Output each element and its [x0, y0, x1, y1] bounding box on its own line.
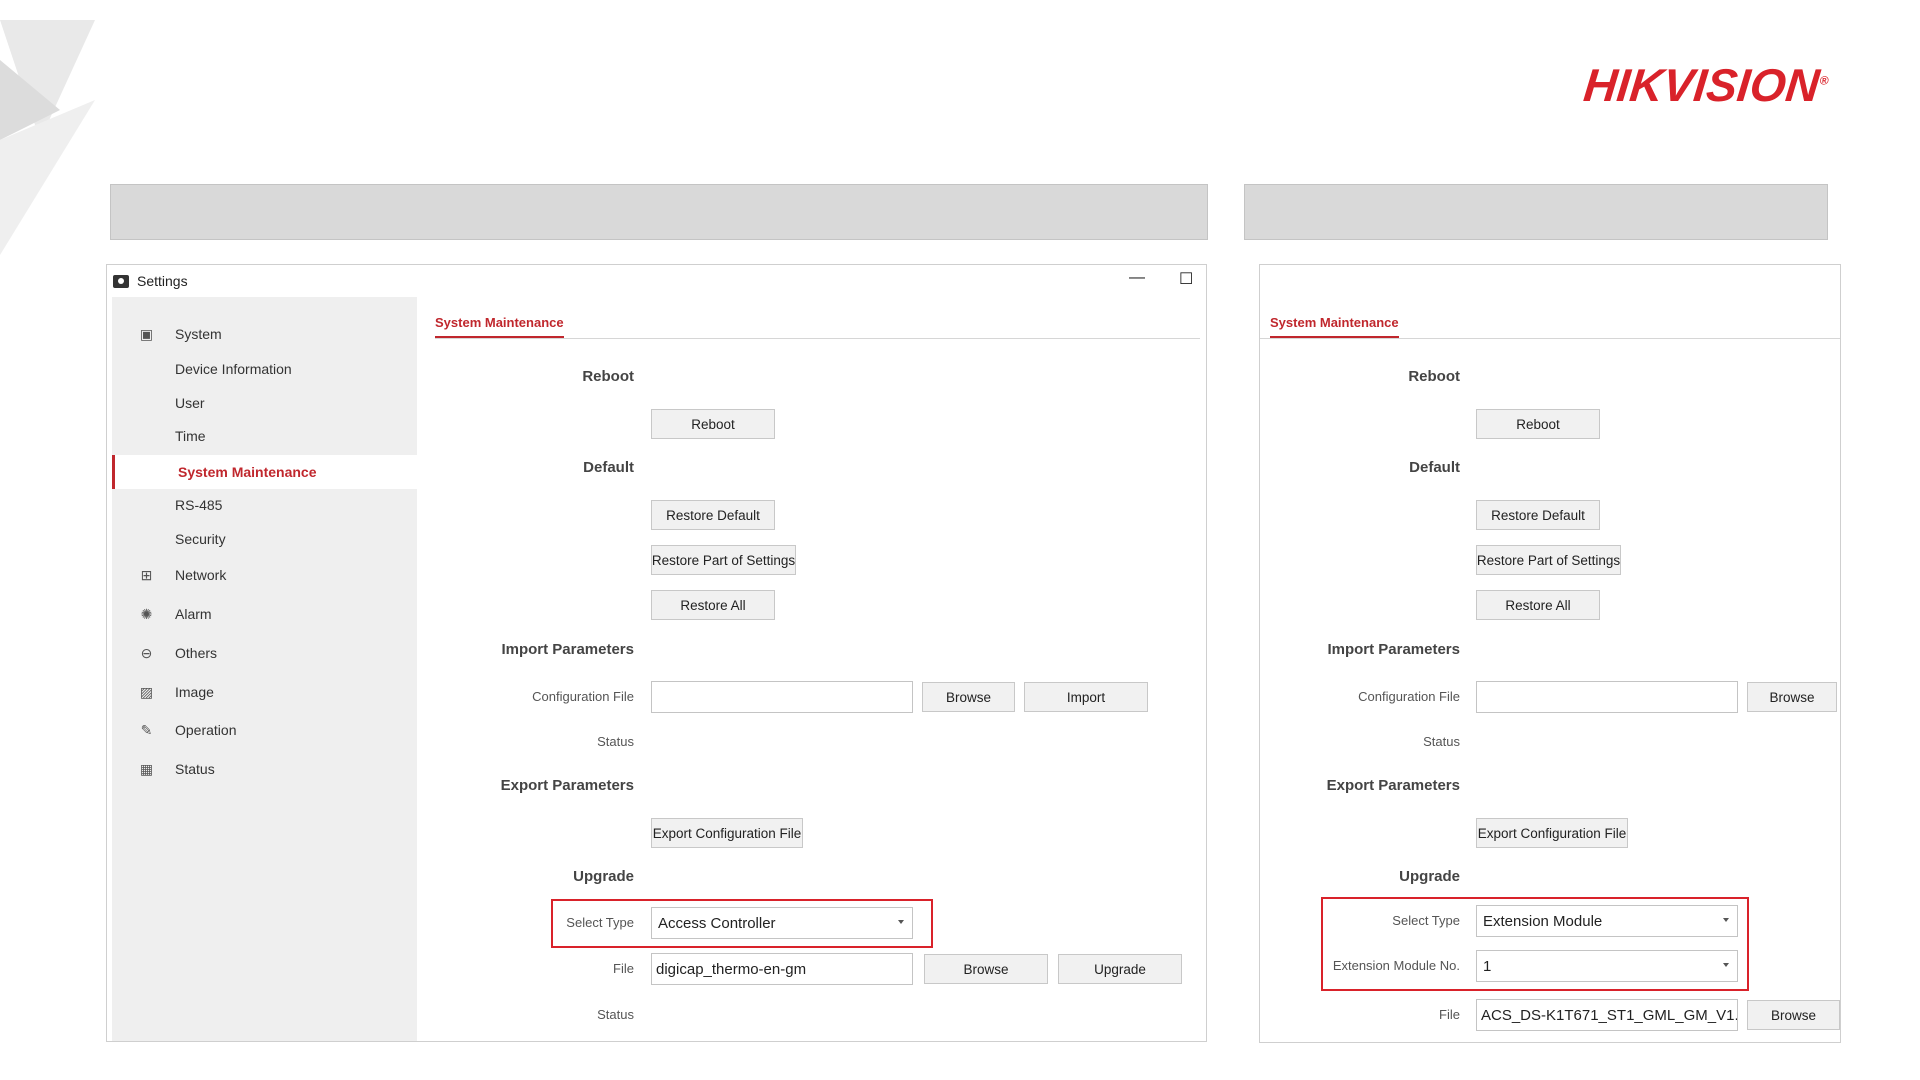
sidebar-item-label: Security	[175, 531, 226, 547]
left-caption-bar	[110, 184, 1208, 240]
camera-icon	[113, 274, 129, 288]
file-label: File	[1439, 1007, 1460, 1022]
tab-divider	[1260, 338, 1840, 339]
sidebar-item-label: Network	[175, 567, 227, 583]
restore-default-button[interactable]: Restore Default	[651, 500, 775, 530]
settings-sidebar: ▣ System Device Information User Time Sy…	[112, 297, 417, 1041]
sidebar-item-label: System	[175, 326, 222, 342]
reboot-heading: Reboot	[1408, 368, 1460, 385]
upgrade-heading: Upgrade	[1399, 868, 1460, 885]
restore-default-button[interactable]: Restore Default	[1476, 500, 1600, 530]
window-title: Settings	[137, 273, 188, 289]
network-icon: ⊞	[140, 566, 153, 583]
import-parameters-heading: Import Parameters	[1327, 641, 1460, 658]
chevron-down-icon	[1723, 918, 1729, 922]
chevron-down-icon	[1723, 963, 1729, 967]
right-caption-bar	[1244, 184, 1828, 240]
decorative-corner-shape	[0, 20, 95, 255]
sidebar-item-security[interactable]: Security	[112, 524, 417, 554]
upgrade-status-label: Status	[597, 1007, 634, 1022]
default-heading: Default	[583, 459, 634, 476]
sidebar-item-label: RS-485	[175, 497, 223, 513]
import-browse-button[interactable]: Browse	[1747, 682, 1837, 712]
extension-module-no-dropdown[interactable]: 1	[1476, 950, 1738, 982]
select-type-dropdown[interactable]: Access Controller	[651, 907, 913, 939]
restore-part-button[interactable]: Restore Part of Settings	[1476, 545, 1621, 575]
select-type-label: Select Type	[566, 915, 634, 930]
export-configuration-button[interactable]: Export Configuration File	[1476, 818, 1628, 848]
extension-module-no-label: Extension Module No.	[1332, 958, 1460, 973]
sidebar-item-label: Device Information	[175, 361, 292, 377]
configuration-file-label: Configuration File	[532, 689, 634, 704]
import-browse-button[interactable]: Browse	[922, 682, 1015, 712]
sidebar-item-label: Operation	[175, 722, 237, 738]
sidebar-item-rs485[interactable]: RS-485	[112, 490, 417, 520]
settings-window: Settings — ☐ ▣ System Device Information…	[106, 264, 1207, 1042]
sidebar-item-label: Time	[175, 428, 206, 444]
sidebar-item-alarm[interactable]: ✺ Alarm	[112, 599, 417, 629]
upgrade-heading: Upgrade	[573, 868, 634, 885]
reboot-heading: Reboot	[582, 368, 634, 385]
upgrade-browse-button[interactable]: Browse	[1747, 1000, 1840, 1030]
configuration-file-input[interactable]	[651, 681, 913, 713]
sidebar-item-label: User	[175, 395, 205, 411]
select-type-value: Extension Module	[1483, 912, 1603, 930]
select-type-label: Select Type	[1392, 913, 1460, 928]
select-type-value: Access Controller	[658, 914, 776, 932]
configuration-file-label: Configuration File	[1358, 689, 1460, 704]
window-titlebar: Settings	[107, 265, 1206, 297]
sidebar-item-user[interactable]: User	[112, 388, 417, 418]
upgrade-button[interactable]: Upgrade	[1058, 954, 1182, 984]
import-status-label: Status	[1423, 734, 1460, 749]
others-icon: ⊖	[140, 644, 153, 661]
settings-window-right: System Maintenance Reboot Reboot Default…	[1259, 264, 1841, 1043]
sidebar-item-label: Status	[175, 761, 215, 777]
status-icon: ▦	[139, 760, 154, 777]
chevron-down-icon	[898, 920, 904, 924]
wrench-icon: ✎	[140, 721, 153, 738]
tab-system-maintenance[interactable]: System Maintenance	[435, 315, 564, 338]
extension-module-no-value: 1	[1483, 957, 1492, 975]
export-parameters-heading: Export Parameters	[1326, 777, 1460, 794]
sidebar-item-system[interactable]: ▣ System	[112, 319, 417, 349]
sidebar-item-system-maintenance[interactable]: System Maintenance	[112, 455, 417, 489]
import-parameters-heading: Import Parameters	[501, 641, 634, 658]
sidebar-item-network[interactable]: ⊞ Network	[112, 560, 417, 590]
restore-part-button[interactable]: Restore Part of Settings	[651, 545, 796, 575]
tab-system-maintenance[interactable]: System Maintenance	[1270, 315, 1399, 338]
hikvision-logo: HIKVISION®	[1581, 59, 1830, 111]
tab-divider	[435, 338, 1200, 339]
image-icon: ▨	[139, 683, 154, 700]
restore-all-button[interactable]: Restore All	[1476, 590, 1600, 620]
sidebar-item-label: Image	[175, 684, 214, 700]
file-label: File	[613, 961, 634, 976]
sidebar-item-device-information[interactable]: Device Information	[112, 354, 417, 384]
export-configuration-button[interactable]: Export Configuration File	[651, 818, 803, 848]
import-button[interactable]: Import	[1024, 682, 1148, 712]
default-heading: Default	[1409, 459, 1460, 476]
alarm-icon: ✺	[140, 605, 153, 622]
minimize-button[interactable]: —	[1129, 269, 1145, 287]
import-status-label: Status	[597, 734, 634, 749]
sidebar-item-label: Alarm	[175, 606, 212, 622]
configuration-file-input[interactable]	[1476, 681, 1738, 713]
upgrade-browse-button[interactable]: Browse	[924, 954, 1048, 984]
upgrade-file-input[interactable]: ACS_DS-K1T671_ST1_GML_GM_V1.	[1476, 999, 1738, 1031]
sidebar-item-label: System Maintenance	[178, 464, 317, 480]
restore-all-button[interactable]: Restore All	[651, 590, 775, 620]
reboot-button[interactable]: Reboot	[1476, 409, 1600, 439]
export-parameters-heading: Export Parameters	[500, 777, 634, 794]
maximize-button[interactable]: ☐	[1179, 269, 1193, 289]
upgrade-file-input[interactable]: digicap_thermo-en-gm	[651, 953, 913, 985]
sidebar-item-time[interactable]: Time	[112, 421, 417, 451]
select-type-dropdown[interactable]: Extension Module	[1476, 905, 1738, 937]
reboot-button[interactable]: Reboot	[651, 409, 775, 439]
sidebar-item-label: Others	[175, 645, 218, 661]
system-icon: ▣	[139, 325, 154, 342]
